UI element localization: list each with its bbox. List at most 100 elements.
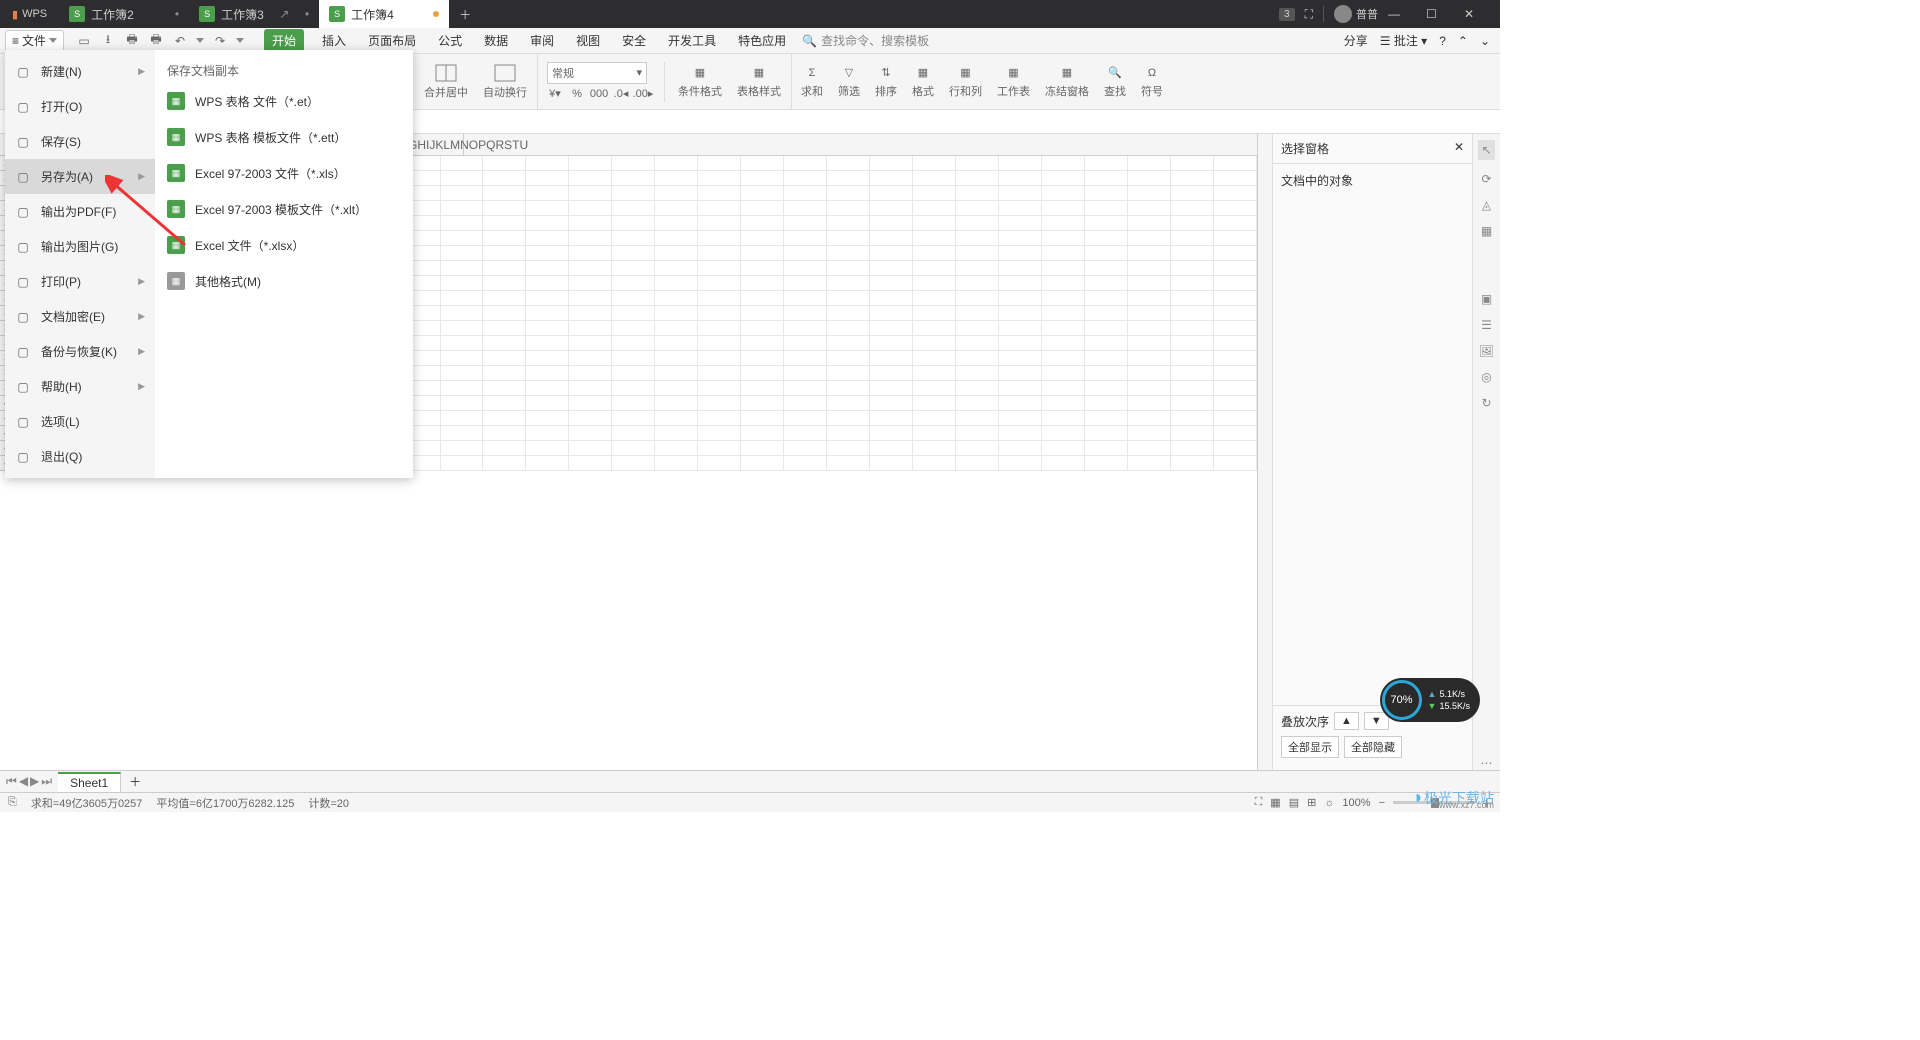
cell[interactable] <box>870 456 913 471</box>
cell[interactable] <box>441 201 484 216</box>
cell[interactable] <box>655 246 698 261</box>
cell[interactable] <box>870 186 913 201</box>
close-icon[interactable]: ↗ <box>279 7 289 21</box>
cell[interactable] <box>1171 186 1214 201</box>
vertical-scrollbar[interactable] <box>1257 134 1272 770</box>
cell[interactable] <box>441 321 484 336</box>
cell[interactable] <box>1085 246 1128 261</box>
cell[interactable] <box>1128 201 1171 216</box>
cell[interactable] <box>441 351 484 366</box>
cell[interactable] <box>612 186 655 201</box>
file-menu-opt[interactable]: ▢选项(L) <box>5 404 155 439</box>
cell[interactable] <box>1042 276 1085 291</box>
zoom-value[interactable]: 100% <box>1342 797 1370 809</box>
cell[interactable] <box>913 411 956 426</box>
cell[interactable] <box>827 336 870 351</box>
col-header[interactable]: O <box>469 134 478 155</box>
cell[interactable] <box>1214 201 1257 216</box>
cell[interactable] <box>483 261 526 276</box>
cell[interactable] <box>956 411 999 426</box>
cell[interactable] <box>1214 351 1257 366</box>
cell[interactable] <box>698 231 741 246</box>
mode-icon[interactable]: ⎘ <box>8 796 17 809</box>
cell[interactable] <box>526 426 569 441</box>
cell[interactable] <box>999 381 1042 396</box>
cell[interactable] <box>526 216 569 231</box>
cell[interactable] <box>1214 321 1257 336</box>
cell[interactable] <box>1171 261 1214 276</box>
cell[interactable] <box>483 396 526 411</box>
cell[interactable] <box>827 426 870 441</box>
cell[interactable] <box>870 366 913 381</box>
cell[interactable] <box>784 201 827 216</box>
cell[interactable] <box>1128 156 1171 171</box>
cell[interactable] <box>612 351 655 366</box>
filter-button[interactable]: ▽筛选 <box>832 54 866 109</box>
cell[interactable] <box>612 276 655 291</box>
cell[interactable] <box>1085 441 1128 456</box>
cell[interactable] <box>999 456 1042 471</box>
cell[interactable] <box>1085 261 1128 276</box>
file-menu-print[interactable]: ▢打印(P)▶ <box>5 264 155 299</box>
cell[interactable] <box>1085 321 1128 336</box>
cell[interactable] <box>741 216 784 231</box>
cell[interactable] <box>827 291 870 306</box>
cell[interactable] <box>1128 426 1171 441</box>
cell[interactable] <box>483 336 526 351</box>
add-tab-button[interactable]: ＋ <box>449 6 481 23</box>
cell[interactable] <box>1042 366 1085 381</box>
cell[interactable] <box>741 246 784 261</box>
cell[interactable] <box>784 381 827 396</box>
cell[interactable] <box>1128 381 1171 396</box>
col-header[interactable]: U <box>519 134 528 155</box>
cell[interactable] <box>956 426 999 441</box>
cell[interactable] <box>827 381 870 396</box>
cell[interactable] <box>483 156 526 171</box>
cell[interactable] <box>441 156 484 171</box>
view-page-icon[interactable]: ▤ <box>1289 796 1299 809</box>
cell[interactable] <box>1042 246 1085 261</box>
cell[interactable] <box>526 321 569 336</box>
cell[interactable] <box>784 351 827 366</box>
cell[interactable] <box>1171 201 1214 216</box>
cell[interactable] <box>741 171 784 186</box>
file-menu-help[interactable]: ▢帮助(H)▶ <box>5 369 155 404</box>
symbol-button[interactable]: Ω符号 <box>1135 54 1169 109</box>
cell[interactable] <box>1214 156 1257 171</box>
cell[interactable] <box>569 381 612 396</box>
cell[interactable] <box>569 216 612 231</box>
cell[interactable] <box>698 336 741 351</box>
cell[interactable] <box>827 441 870 456</box>
col-header[interactable]: L <box>443 134 450 155</box>
cell[interactable] <box>483 321 526 336</box>
cell[interactable] <box>1042 306 1085 321</box>
cell[interactable] <box>1214 231 1257 246</box>
cell[interactable] <box>913 456 956 471</box>
cell[interactable] <box>913 291 956 306</box>
cell[interactable] <box>1085 351 1128 366</box>
sheet-last-icon[interactable]: ⏭ <box>41 774 52 789</box>
cell[interactable] <box>655 171 698 186</box>
more-icon[interactable]: ⋯ <box>1481 756 1493 770</box>
network-speed-widget[interactable]: 70% ▲5.1K/s ▼15.5K/s <box>1380 678 1480 722</box>
cell[interactable] <box>441 171 484 186</box>
ribbon-tab-security[interactable]: 安全 <box>618 29 650 52</box>
cell[interactable] <box>698 261 741 276</box>
cell[interactable] <box>1171 231 1214 246</box>
cell[interactable] <box>612 321 655 336</box>
cell[interactable] <box>1085 276 1128 291</box>
cell[interactable] <box>569 171 612 186</box>
cell[interactable] <box>612 216 655 231</box>
cell[interactable] <box>1214 186 1257 201</box>
fullscreen-icon[interactable]: ⛶ <box>1255 796 1263 809</box>
sheet-prev-icon[interactable]: ◀ <box>19 774 28 789</box>
cell[interactable] <box>1085 336 1128 351</box>
cell[interactable] <box>1214 291 1257 306</box>
cell[interactable] <box>1128 366 1171 381</box>
cell[interactable] <box>526 276 569 291</box>
show-all-button[interactable]: 全部显示 <box>1281 736 1339 758</box>
sheet-first-icon[interactable]: ⏮ <box>6 774 17 789</box>
cell[interactable] <box>784 216 827 231</box>
cell[interactable] <box>1214 336 1257 351</box>
cell[interactable] <box>441 456 484 471</box>
